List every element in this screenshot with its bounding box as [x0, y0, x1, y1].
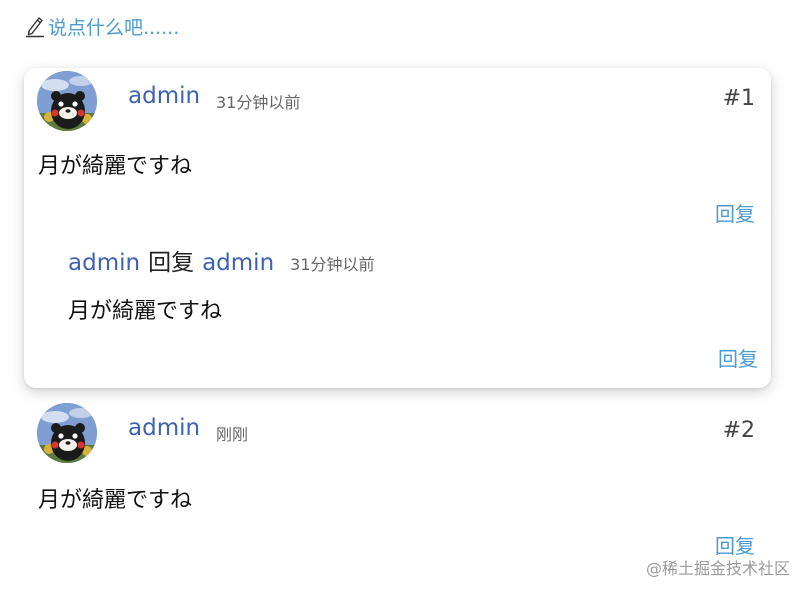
comment-timestamp: 31分钟以前 — [216, 93, 301, 112]
comment-section: 说点什么吧...... admin 31分钟以前 #1 月が綺麗ですね 回复 a… — [0, 0, 806, 593]
comment-floor-number: #1 — [722, 86, 755, 111]
comment-floor-number: #2 — [722, 418, 755, 443]
reply-button[interactable]: 回复 — [715, 198, 755, 227]
nested-reply-button[interactable]: 回复 — [718, 343, 758, 372]
comment-card: admin 刚刚 #2 月が綺麗ですね 回复 — [24, 400, 771, 570]
avatar[interactable] — [37, 403, 97, 463]
avatar[interactable] — [37, 71, 97, 131]
comment-author-link[interactable]: admin — [128, 83, 200, 109]
compose-placeholder: 说点什么吧...... — [48, 16, 180, 39]
comment-timestamp: 刚刚 — [216, 425, 249, 444]
nested-reply-header: admin 回复 admin 31分钟以前 — [68, 243, 375, 277]
comment-content: 月が綺麗ですね — [38, 154, 193, 179]
nested-reply-author-link[interactable]: admin — [68, 250, 140, 276]
nested-reply-verb: 回复 — [148, 250, 195, 276]
comment-author-link[interactable]: admin — [128, 415, 200, 441]
nested-reply-target-link[interactable]: admin — [202, 250, 274, 276]
nested-reply: admin 回复 admin 31分钟以前 月が綺麗ですね 回复 — [68, 243, 758, 373]
comment-compose-prompt[interactable]: 说点什么吧...... — [24, 12, 179, 40]
comment-content: 月が綺麗ですね — [38, 488, 193, 513]
comment-card: admin 31分钟以前 #1 月が綺麗ですね 回复 admin 回复 admi… — [24, 68, 771, 388]
nested-reply-content: 月が綺麗ですね — [68, 299, 223, 324]
nested-reply-timestamp: 31分钟以前 — [290, 255, 375, 274]
pencil-icon — [24, 14, 46, 38]
watermark: @稀土掘金技术社区 — [645, 559, 790, 578]
